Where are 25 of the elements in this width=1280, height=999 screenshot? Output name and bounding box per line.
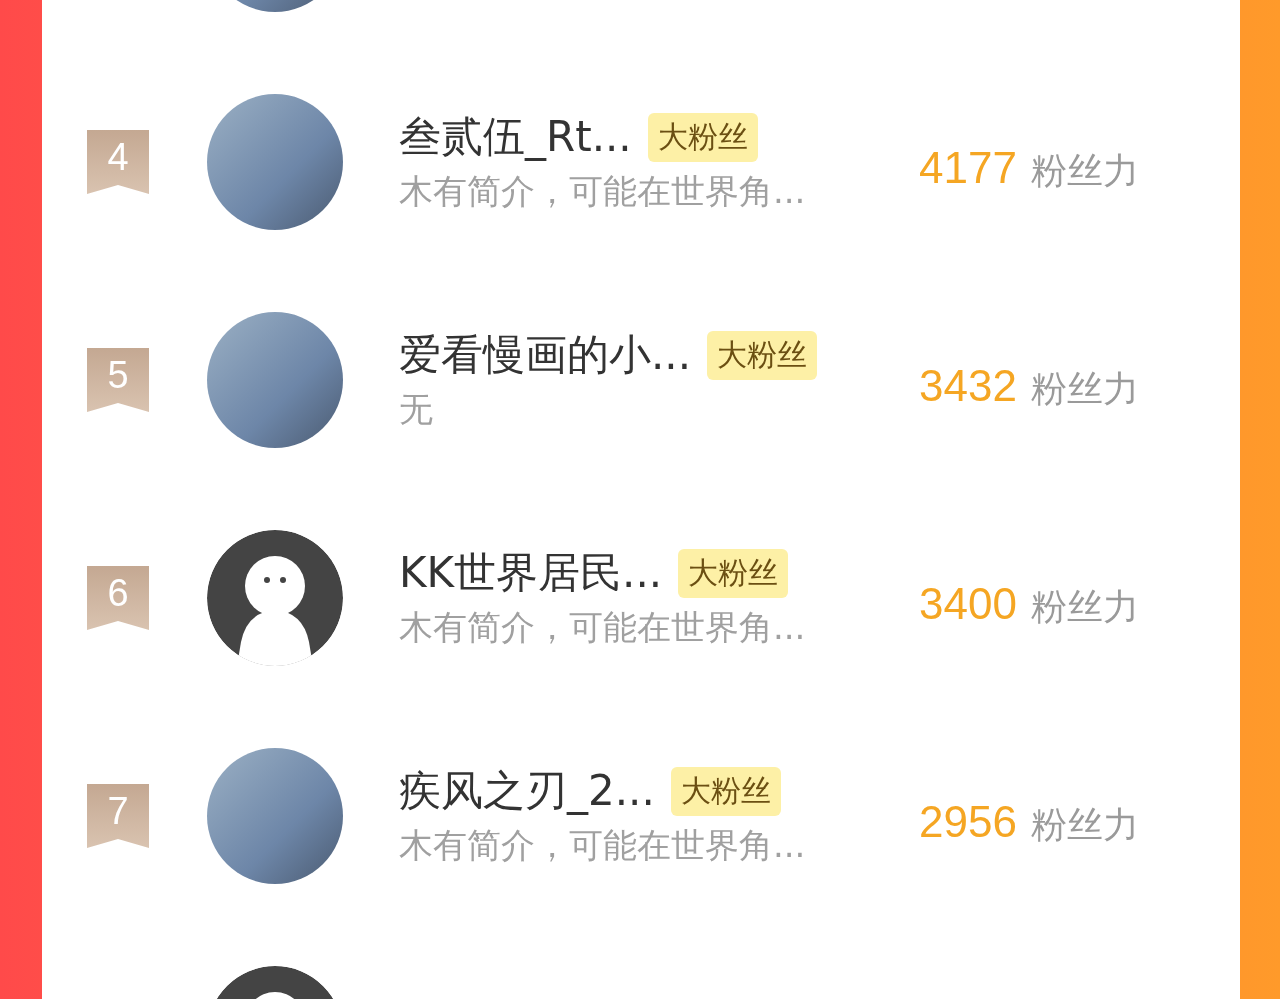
rank-ribbon: 5 [87, 348, 149, 412]
user-bio: 木有简介，可能在世界角... [399, 170, 807, 213]
user-name[interactable]: 叁贰伍_Rt... [399, 109, 632, 165]
fan-level-badge: 大粉丝 [707, 330, 818, 380]
fan-level-badge: 大粉丝 [647, 112, 758, 162]
score-label: 粉丝力 [1030, 584, 1139, 629]
rank-ribbon: 6 [87, 566, 149, 630]
score-label: 粉丝力 [1030, 148, 1139, 193]
score-label: 粉丝力 [1030, 366, 1139, 411]
default-avatar-icon [207, 530, 343, 666]
fan-score: 3400 [919, 578, 1017, 629]
fan-score: 2956 [919, 796, 1017, 847]
user-bio: 无 [399, 388, 434, 431]
user-bio: 木有简介，可能在世界角... [399, 606, 807, 649]
user-name[interactable]: 爱看慢画的小... [399, 327, 692, 383]
user-name[interactable]: 疾风之刃_2... [399, 763, 655, 819]
fan-level-badge: 大粉丝 [678, 548, 789, 598]
user-bio: 木有简介，可能在世界角... [399, 824, 807, 867]
rank-ribbon: 7 [87, 784, 149, 848]
rank-ribbon: 4 [87, 130, 149, 194]
fan-score: 3432 [919, 360, 1017, 411]
fan-score: 4177 [919, 142, 1017, 193]
score-label: 粉丝力 [1030, 802, 1139, 847]
user-name[interactable]: KK世界居民... [399, 545, 663, 601]
fan-level-badge: 大粉丝 [670, 766, 781, 816]
